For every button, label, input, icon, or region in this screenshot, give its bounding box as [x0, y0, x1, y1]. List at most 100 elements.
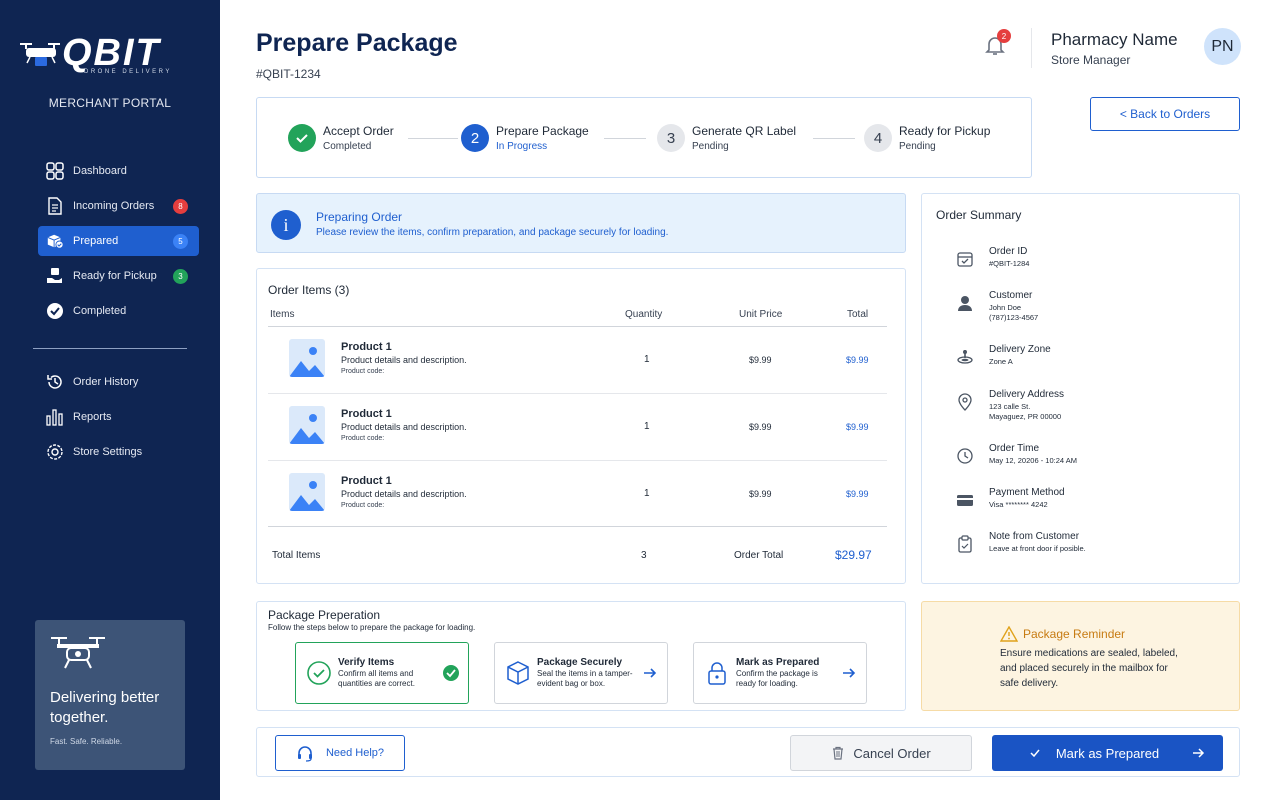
sidebar-item-label: Completed [73, 305, 127, 317]
step-status: Completed [323, 141, 372, 152]
page-title: Prepare Package [256, 29, 458, 57]
info-title: Preparing Order [316, 210, 403, 224]
table-row[interactable]: Product 1 Product details and descriptio… [268, 394, 887, 461]
arrow-right-icon [641, 664, 659, 682]
summary-value: #QBIT-1284 [989, 259, 1030, 268]
sidebar-item-ready-for-pickup[interactable]: Ready for Pickup 3 [38, 261, 199, 291]
sidebar-item-prepared[interactable]: Prepared 5 [38, 226, 199, 256]
package-reminder-card: Package Reminder Ensure medications are … [921, 601, 1240, 711]
arrow-right-icon [1193, 748, 1205, 758]
trash-icon [833, 746, 844, 760]
prep-title: Package Preperation [268, 608, 381, 622]
headset-icon [297, 746, 312, 762]
product-quantity: 1 [644, 421, 650, 432]
history-icon [46, 373, 64, 391]
info-icon: i [271, 210, 301, 240]
order-summary-card: Order Summary Order ID #QBIT-1284 Custom… [921, 193, 1240, 584]
box-icon [505, 660, 531, 686]
cancel-order-label: Cancel Order [853, 745, 931, 761]
prep-subtitle: Follow the steps below to prepare the pa… [268, 623, 476, 632]
summary-row-payment-method: Payment Method Visa ******** 4242 [956, 487, 1226, 523]
prep-step-mark-as-prepared[interactable]: Mark as Prepared Confirm the package is … [693, 642, 867, 704]
back-to-orders-button[interactable]: < Back to Orders [1090, 97, 1240, 131]
product-quantity: 1 [644, 488, 650, 499]
cancel-order-button[interactable]: Cancel Order [790, 735, 972, 771]
product-name: Product 1 [341, 408, 392, 420]
product-image-icon [289, 473, 325, 511]
step-title: Accept Order [323, 124, 394, 138]
sidebar-item-reports[interactable]: Reports [38, 402, 199, 432]
step-status: Pending [899, 141, 936, 152]
prep-step-package-securely[interactable]: Package Securely Seal the items in a tam… [494, 642, 668, 704]
table-row[interactable]: Product 1 Product details and descriptio… [268, 461, 887, 528]
count-badge: 5 [173, 234, 188, 249]
summary-label: Payment Method [989, 487, 1065, 498]
check-icon [288, 124, 316, 152]
need-help-button[interactable]: Need Help? [275, 735, 405, 771]
sidebar-item-label: Prepared [73, 235, 119, 247]
sidebar-item-order-history[interactable]: Order History [38, 367, 199, 397]
step-title: Generate QR Label [692, 124, 797, 138]
document-icon [46, 197, 64, 215]
summary-row-order-id: Order ID #QBIT-1284 [956, 246, 1226, 282]
totals-divider [268, 526, 887, 527]
info-text: Please review the items, confirm prepara… [316, 227, 669, 238]
address-line-1: 123 calle St. [989, 402, 1031, 411]
total-items-label: Total Items [272, 550, 321, 561]
promo-title: Delivering better together. [50, 689, 160, 726]
summary-label: Customer [989, 290, 1033, 301]
product-description: Product details and description. [341, 422, 467, 432]
step-number: 4 [864, 124, 892, 152]
sidebar-item-store-settings[interactable]: Store Settings [38, 437, 199, 467]
order-items-card: Order Items (3) Items Quantity Unit Pric… [256, 268, 906, 584]
mark-as-prepared-button[interactable]: Mark as Prepared [992, 735, 1223, 771]
lock-icon [704, 660, 730, 686]
summary-label: Order ID [989, 246, 1028, 257]
logo-tagline: DRONE DELIVERY [84, 69, 172, 75]
product-description: Product details and description. [341, 489, 467, 499]
product-total: $9.99 [846, 422, 869, 432]
completed-check-icon [442, 664, 460, 682]
sidebar-item-dashboard[interactable]: Dashboard [38, 156, 199, 186]
check-circle-outline-icon [306, 660, 332, 686]
step-number: 3 [657, 124, 685, 152]
qbit-logo: QBIT DRONE DELIVERY [18, 32, 196, 80]
product-unit-price: $9.99 [749, 422, 772, 432]
table-row[interactable]: Product 1 Product details and descriptio… [268, 327, 887, 394]
drone-icon [51, 637, 105, 669]
sidebar-item-completed[interactable]: Completed [38, 296, 199, 326]
user-name: Pharmacy Name [1051, 30, 1178, 49]
product-unit-price: $9.99 [749, 355, 772, 365]
action-bar: Need Help? Cancel Order Mark as Prepared [256, 727, 1240, 777]
info-banner: i Preparing Order Please review the item… [256, 193, 906, 253]
step-connector [813, 138, 855, 139]
summary-value: Visa ******** 4242 [989, 500, 1048, 509]
step-prepare-package: 2 Prepare Package In Progress [461, 124, 589, 152]
product-image-icon [289, 339, 325, 377]
summary-value: Zone A [989, 357, 1013, 366]
total-items-value: 3 [641, 550, 647, 561]
sidebar-nav: Dashboard Incoming Orders 8 Prepared 5 R… [38, 156, 199, 331]
summary-label: Delivery Address [989, 389, 1065, 400]
column-header: Total [847, 309, 869, 320]
sidebar-item-incoming-orders[interactable]: Incoming Orders 8 [38, 191, 199, 221]
zone-pin-icon [956, 348, 974, 366]
step-status: In Progress [496, 141, 548, 152]
product-quantity: 1 [644, 354, 650, 365]
product-description: Product details and description. [341, 355, 467, 365]
sidebar-item-label: Store Settings [73, 446, 143, 458]
promo-subtitle: Fast. Safe. Reliable. [50, 737, 123, 746]
prep-step-text: Confirm all items and quantities are cor… [338, 669, 415, 688]
product-total: $9.99 [846, 489, 869, 499]
avatar[interactable]: PN [1204, 28, 1241, 65]
person-icon [956, 294, 974, 312]
summary-value: 123 calle St. Mayaguez, PR 00000 [989, 402, 1219, 422]
check-circle-icon [46, 302, 64, 320]
promo-card: Delivering better together. Fast. Safe. … [35, 620, 185, 770]
product-code: Product code: [341, 435, 385, 442]
grid-icon [46, 162, 64, 180]
summary-row-customer-note: Note from Customer Leave at front door i… [956, 531, 1226, 567]
prep-step-verify-items[interactable]: Verify Items Confirm all items and quant… [295, 642, 469, 704]
reminder-title: Package Reminder [1023, 627, 1126, 641]
step-accept-order: Accept Order Completed [288, 124, 394, 152]
